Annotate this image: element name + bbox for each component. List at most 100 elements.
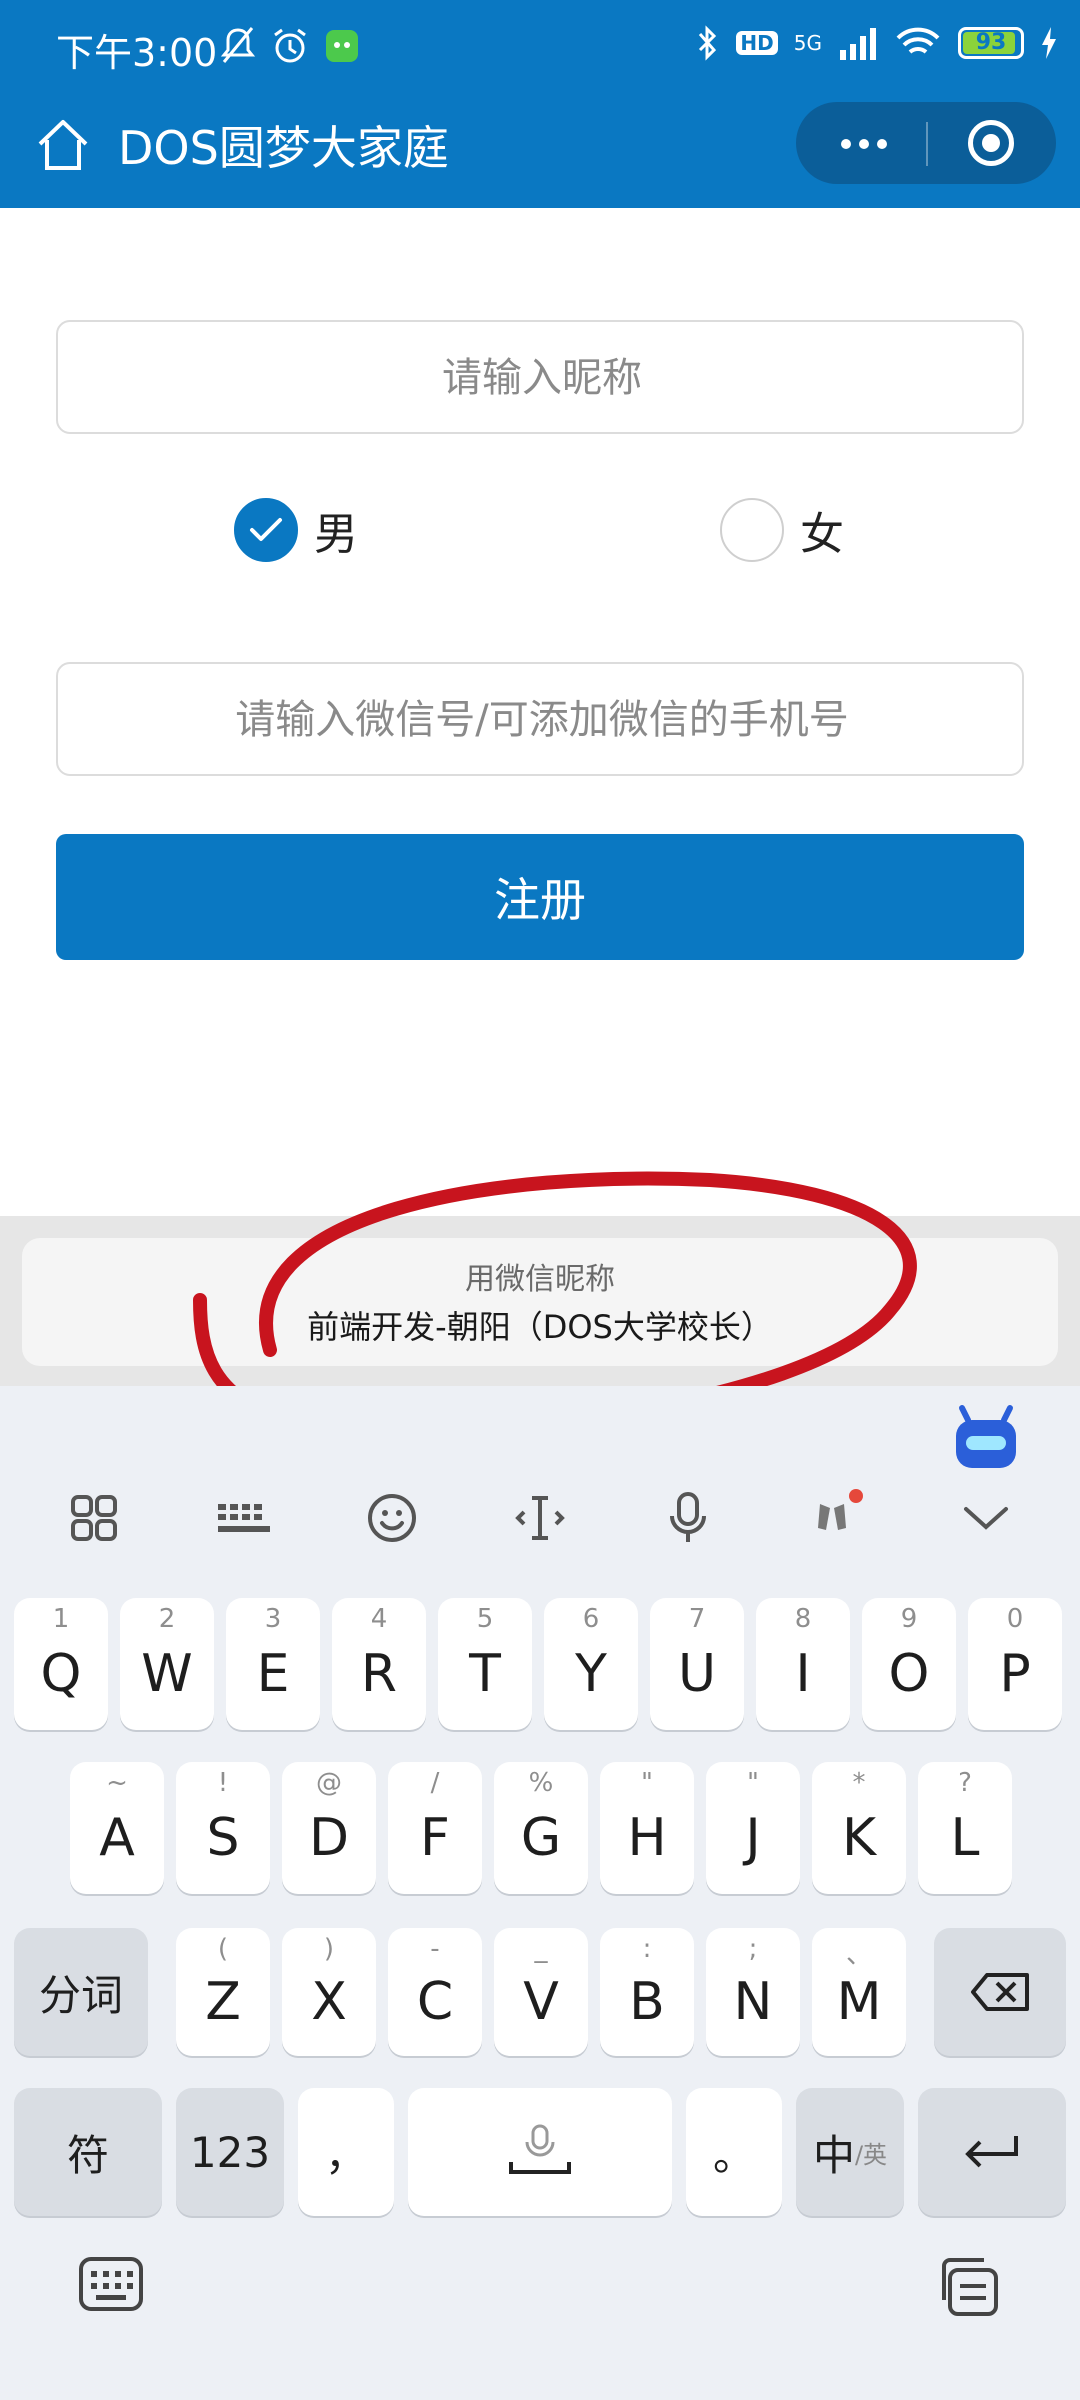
key-letter: V bbox=[523, 1972, 559, 2032]
key-y[interactable]: 6Y bbox=[544, 1598, 638, 1730]
key-u[interactable]: 7U bbox=[650, 1598, 744, 1730]
cursor-icon[interactable] bbox=[500, 1478, 580, 1558]
key-hint: - bbox=[430, 1934, 440, 1964]
home-icon[interactable] bbox=[34, 116, 92, 174]
key-letter: L bbox=[950, 1808, 980, 1868]
key-hint: 0 bbox=[1006, 1604, 1024, 1634]
emoji-icon[interactable] bbox=[352, 1478, 432, 1558]
key-a[interactable]: ~ A bbox=[70, 1762, 164, 1894]
key-l[interactable]: ? L bbox=[918, 1762, 1012, 1894]
gender-female-option[interactable]: 女 bbox=[720, 498, 844, 562]
key-hint: / bbox=[430, 1768, 440, 1798]
key-comma[interactable]: ， bbox=[298, 2088, 394, 2216]
key-e[interactable]: 3E bbox=[226, 1598, 320, 1730]
app-header: 下午3:00 HD 5G 93 DOS圆梦大家庭 bbox=[0, 0, 1080, 208]
key-hint: " bbox=[747, 1768, 759, 1798]
gender-male-option[interactable]: 男 bbox=[234, 498, 358, 562]
grid-icon[interactable] bbox=[54, 1478, 134, 1558]
key-hint: % bbox=[528, 1768, 554, 1798]
alarm-icon bbox=[274, 28, 306, 63]
key-j[interactable]: " J bbox=[706, 1762, 800, 1894]
key-hint: * bbox=[852, 1768, 866, 1798]
key-backspace[interactable] bbox=[934, 1928, 1066, 2056]
key-letter: F bbox=[420, 1808, 450, 1868]
key-letter: R bbox=[360, 1644, 398, 1704]
key-t[interactable]: 5T bbox=[438, 1598, 532, 1730]
key-k[interactable]: * K bbox=[812, 1762, 906, 1894]
key-o[interactable]: 9O bbox=[862, 1598, 956, 1730]
signal-icon bbox=[840, 28, 876, 60]
celebration-icon[interactable] bbox=[796, 1478, 876, 1558]
capsule-divider bbox=[926, 122, 928, 166]
enter-icon bbox=[965, 2136, 1018, 2168]
male-radio[interactable] bbox=[234, 498, 298, 562]
mic-icon[interactable] bbox=[648, 1478, 728, 1558]
backspace-icon bbox=[971, 1973, 1029, 2011]
key-letter: E bbox=[256, 1644, 290, 1704]
key-letter: G bbox=[520, 1808, 562, 1868]
key-letter: T bbox=[469, 1644, 501, 1704]
key-period[interactable]: 。 bbox=[686, 2088, 782, 2216]
key-hint: _ bbox=[534, 1934, 548, 1964]
key-s[interactable]: ! S bbox=[176, 1762, 270, 1894]
key-letter: B bbox=[629, 1972, 665, 2032]
collapse-icon[interactable] bbox=[946, 1478, 1026, 1558]
key-q[interactable]: 1Q bbox=[14, 1598, 108, 1730]
key-h[interactable]: " H bbox=[600, 1762, 694, 1894]
key-enter[interactable] bbox=[918, 2088, 1066, 2216]
battery-level: 93 bbox=[975, 30, 1007, 55]
key-segment[interactable]: 分词 bbox=[14, 1928, 148, 2056]
wechat-field-container bbox=[56, 662, 1026, 776]
mini-program-capsule bbox=[796, 102, 1056, 184]
key-w[interactable]: 2W bbox=[120, 1598, 214, 1730]
key-hint: : bbox=[642, 1934, 652, 1964]
key-x[interactable]: ) X bbox=[282, 1928, 376, 2056]
register-button[interactable]: 注册 bbox=[56, 834, 1024, 960]
key-n[interactable]: ; N bbox=[706, 1928, 800, 2056]
key-d[interactable]: @ D bbox=[282, 1762, 376, 1894]
key-letter: Y bbox=[575, 1644, 607, 1704]
key-hint: ) bbox=[323, 1934, 335, 1964]
keyboard-switch-icon[interactable] bbox=[78, 2256, 144, 2312]
female-radio[interactable] bbox=[720, 498, 784, 562]
more-icon[interactable] bbox=[834, 126, 894, 162]
key-hint: 3 bbox=[264, 1604, 282, 1634]
key-c[interactable]: -C bbox=[388, 1928, 482, 2056]
key-b[interactable]: :B bbox=[600, 1928, 694, 2056]
key-i[interactable]: 8I bbox=[756, 1598, 850, 1730]
key-letter: X bbox=[311, 1972, 347, 2032]
nickname-field-container bbox=[56, 320, 1026, 434]
key-letter: N bbox=[733, 1972, 773, 2032]
key-r[interactable]: 4R bbox=[332, 1598, 426, 1730]
wechat-input[interactable] bbox=[58, 664, 1026, 776]
key-numbers[interactable]: 123 bbox=[176, 2088, 284, 2216]
key-g[interactable]: % G bbox=[494, 1762, 588, 1894]
keyboard-icon[interactable] bbox=[204, 1478, 284, 1558]
status-left-icons bbox=[220, 26, 360, 66]
key-language-switch[interactable]: 中/英 bbox=[796, 2088, 904, 2216]
key-letter: Q bbox=[40, 1644, 82, 1704]
key-letter: A bbox=[99, 1808, 135, 1868]
space-mic-icon bbox=[509, 2124, 571, 2174]
key-hint: ~ bbox=[106, 1768, 128, 1798]
key-f[interactable]: / F bbox=[388, 1762, 482, 1894]
charging-icon bbox=[1042, 27, 1056, 59]
status-time: 下午3:00 bbox=[56, 31, 218, 75]
keyboard-toolbar bbox=[0, 1478, 1080, 1568]
key-m[interactable]: 、 M bbox=[812, 1928, 906, 2056]
close-mini-program-icon[interactable] bbox=[968, 120, 1014, 166]
clipboard-icon[interactable] bbox=[934, 2256, 1000, 2318]
key-v[interactable]: _ V bbox=[494, 1928, 588, 2056]
female-label: 女 bbox=[800, 509, 844, 560]
key-space[interactable] bbox=[408, 2088, 672, 2216]
key-p[interactable]: 0P bbox=[968, 1598, 1062, 1730]
nickname-input[interactable] bbox=[58, 322, 1026, 434]
key-letter: K bbox=[841, 1808, 877, 1868]
page-title: DOS圆梦大家庭 bbox=[118, 121, 449, 175]
keyboard-assistant-icon[interactable] bbox=[948, 1400, 1024, 1476]
key-letter: J bbox=[745, 1808, 761, 1868]
key-z[interactable]: (Z bbox=[176, 1928, 270, 2056]
key-letter: D bbox=[308, 1808, 350, 1868]
hd-badge: HD bbox=[736, 31, 778, 55]
key-symbols[interactable]: 符 bbox=[14, 2088, 162, 2216]
